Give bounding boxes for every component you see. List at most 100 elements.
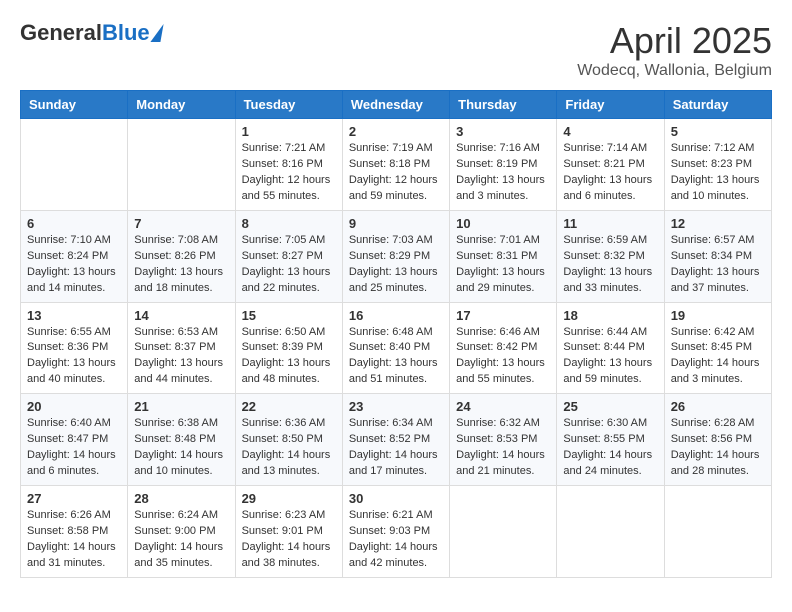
day-number: 13 xyxy=(27,308,121,323)
day-number: 3 xyxy=(456,124,550,139)
cell-content: Sunrise: 6:40 AMSunset: 8:47 PMDaylight:… xyxy=(27,416,121,480)
day-number: 30 xyxy=(349,491,443,506)
month-title: April 2025 xyxy=(577,20,772,62)
day-number: 5 xyxy=(671,124,765,139)
cell-content: Sunrise: 7:16 AMSunset: 8:19 PMDaylight:… xyxy=(456,141,550,205)
cell-line: Daylight: 14 hours and 13 minutes. xyxy=(242,448,336,480)
cell-content: Sunrise: 6:38 AMSunset: 8:48 PMDaylight:… xyxy=(134,416,228,480)
cell-content: Sunrise: 7:14 AMSunset: 8:21 PMDaylight:… xyxy=(563,141,657,205)
cell-line: Daylight: 14 hours and 35 minutes. xyxy=(134,540,228,572)
week-row-4: 20Sunrise: 6:40 AMSunset: 8:47 PMDayligh… xyxy=(21,394,772,486)
cell-content: Sunrise: 6:46 AMSunset: 8:42 PMDaylight:… xyxy=(456,325,550,389)
cell-line: Sunrise: 6:38 AM xyxy=(134,416,228,432)
cell-content: Sunrise: 7:01 AMSunset: 8:31 PMDaylight:… xyxy=(456,233,550,297)
cell-line: Daylight: 14 hours and 24 minutes. xyxy=(563,448,657,480)
day-header-monday: Monday xyxy=(128,91,235,119)
cell-line: Sunset: 9:03 PM xyxy=(349,524,443,540)
title-section: April 2025 Wodecq, Wallonia, Belgium xyxy=(577,20,772,80)
week-row-3: 13 Sunrise: 6:55 AMSunset: 8:36 PMDayligh… xyxy=(21,302,772,394)
calendar-cell: 8Sunrise: 7:05 AMSunset: 8:27 PMDaylight… xyxy=(235,210,342,302)
day-number: 28 xyxy=(134,491,228,506)
calendar-cell: 18 Sunrise: 6:44 AMSunset: 8:44 PMDayligh… xyxy=(557,302,664,394)
cell-line: Sunset: 8:34 PM xyxy=(671,249,765,265)
calendar-cell: 30 Sunrise: 6:21 AMSunset: 9:03 PMDayligh… xyxy=(342,486,449,578)
day-header-wednesday: Wednesday xyxy=(342,91,449,119)
day-number: 8 xyxy=(242,216,336,231)
cell-line: Daylight: 14 hours and 6 minutes. xyxy=(27,448,121,480)
calendar-cell xyxy=(664,486,771,578)
calendar-cell: 23Sunrise: 6:34 AMSunset: 8:52 PMDayligh… xyxy=(342,394,449,486)
cell-content: Sunrise: 6:50 AMSunset: 8:39 PMDaylight:… xyxy=(242,325,336,389)
cell-content: Sunrise: 6:24 AMSunset: 9:00 PMDaylight:… xyxy=(134,508,228,572)
cell-line: Sunrise: 6:50 AM xyxy=(242,325,336,341)
calendar-cell: 12Sunrise: 6:57 AMSunset: 8:34 PMDayligh… xyxy=(664,210,771,302)
cell-content: Sunrise: 6:28 AMSunset: 8:56 PMDaylight:… xyxy=(671,416,765,480)
cell-line: Sunset: 9:00 PM xyxy=(134,524,228,540)
cell-content: Sunrise: 6:59 AMSunset: 8:32 PMDaylight:… xyxy=(563,233,657,297)
day-number: 12 xyxy=(671,216,765,231)
cell-line: Sunset: 8:53 PM xyxy=(456,432,550,448)
cell-content: Sunrise: 6:55 AMSunset: 8:36 PMDaylight:… xyxy=(27,325,121,389)
cell-content: Sunrise: 6:36 AMSunset: 8:50 PMDaylight:… xyxy=(242,416,336,480)
day-header-tuesday: Tuesday xyxy=(235,91,342,119)
cell-line: Sunrise: 7:01 AM xyxy=(456,233,550,249)
cell-content: Sunrise: 6:42 AMSunset: 8:45 PMDaylight:… xyxy=(671,325,765,389)
cell-line: Sunrise: 7:03 AM xyxy=(349,233,443,249)
page-header: General Blue April 2025 Wodecq, Wallonia… xyxy=(20,20,772,80)
day-number: 7 xyxy=(134,216,228,231)
cell-line: Daylight: 14 hours and 10 minutes. xyxy=(134,448,228,480)
cell-line: Sunrise: 6:32 AM xyxy=(456,416,550,432)
cell-line: Daylight: 13 hours and 51 minutes. xyxy=(349,356,443,388)
cell-line: Daylight: 14 hours and 28 minutes. xyxy=(671,448,765,480)
cell-line: Sunrise: 6:34 AM xyxy=(349,416,443,432)
cell-line: Sunrise: 7:16 AM xyxy=(456,141,550,157)
cell-line: Sunset: 8:40 PM xyxy=(349,340,443,356)
cell-line: Daylight: 13 hours and 48 minutes. xyxy=(242,356,336,388)
cell-line: Sunrise: 7:12 AM xyxy=(671,141,765,157)
calendar-cell: 24Sunrise: 6:32 AMSunset: 8:53 PMDayligh… xyxy=(450,394,557,486)
calendar-cell: 25Sunrise: 6:30 AMSunset: 8:55 PMDayligh… xyxy=(557,394,664,486)
cell-line: Sunrise: 7:10 AM xyxy=(27,233,121,249)
cell-line: Sunrise: 6:46 AM xyxy=(456,325,550,341)
cell-content: Sunrise: 6:44 AMSunset: 8:44 PMDaylight:… xyxy=(563,325,657,389)
cell-line: Sunset: 8:36 PM xyxy=(27,340,121,356)
cell-line: Sunset: 8:56 PM xyxy=(671,432,765,448)
cell-content: Sunrise: 6:26 AMSunset: 8:58 PMDaylight:… xyxy=(27,508,121,572)
day-header-sunday: Sunday xyxy=(21,91,128,119)
calendar-cell: 9Sunrise: 7:03 AMSunset: 8:29 PMDaylight… xyxy=(342,210,449,302)
day-number: 24 xyxy=(456,399,550,414)
calendar-cell: 16Sunrise: 6:48 AMSunset: 8:40 PMDayligh… xyxy=(342,302,449,394)
cell-content: Sunrise: 7:12 AMSunset: 8:23 PMDaylight:… xyxy=(671,141,765,205)
calendar-cell: 20Sunrise: 6:40 AMSunset: 8:47 PMDayligh… xyxy=(21,394,128,486)
day-number: 4 xyxy=(563,124,657,139)
cell-line: Sunset: 9:01 PM xyxy=(242,524,336,540)
calendar-cell: 21Sunrise: 6:38 AMSunset: 8:48 PMDayligh… xyxy=(128,394,235,486)
calendar-table: SundayMondayTuesdayWednesdayThursdayFrid… xyxy=(20,90,772,578)
calendar-cell: 6Sunrise: 7:10 AMSunset: 8:24 PMDaylight… xyxy=(21,210,128,302)
cell-line: Sunrise: 6:44 AM xyxy=(563,325,657,341)
cell-line: Sunset: 8:37 PM xyxy=(134,340,228,356)
day-number: 18 xyxy=(563,308,657,323)
cell-line: Sunset: 8:32 PM xyxy=(563,249,657,265)
calendar-cell: 29Sunrise: 6:23 AMSunset: 9:01 PMDayligh… xyxy=(235,486,342,578)
cell-line: Sunset: 8:16 PM xyxy=(242,157,336,173)
logo-icon xyxy=(150,24,163,42)
cell-line: Daylight: 13 hours and 10 minutes. xyxy=(671,173,765,205)
cell-line: Sunset: 8:47 PM xyxy=(27,432,121,448)
cell-content: Sunrise: 6:21 AMSunset: 9:03 PMDaylight:… xyxy=(349,508,443,572)
cell-line: Sunrise: 6:24 AM xyxy=(134,508,228,524)
cell-line: Sunrise: 6:30 AM xyxy=(563,416,657,432)
cell-content: Sunrise: 6:53 AMSunset: 8:37 PMDaylight:… xyxy=(134,325,228,389)
cell-line: Sunset: 8:42 PM xyxy=(456,340,550,356)
cell-line: Sunrise: 7:14 AM xyxy=(563,141,657,157)
day-number: 14 xyxy=(134,308,228,323)
day-number: 25 xyxy=(563,399,657,414)
cell-content: Sunrise: 6:48 AMSunset: 8:40 PMDaylight:… xyxy=(349,325,443,389)
day-number: 15 xyxy=(242,308,336,323)
cell-line: Sunrise: 7:19 AM xyxy=(349,141,443,157)
logo-general-text: General xyxy=(20,20,102,46)
cell-line: Sunrise: 6:36 AM xyxy=(242,416,336,432)
cell-line: Daylight: 13 hours and 40 minutes. xyxy=(27,356,121,388)
week-row-5: 27Sunrise: 6:26 AMSunset: 8:58 PMDayligh… xyxy=(21,486,772,578)
cell-line: Sunrise: 6:28 AM xyxy=(671,416,765,432)
